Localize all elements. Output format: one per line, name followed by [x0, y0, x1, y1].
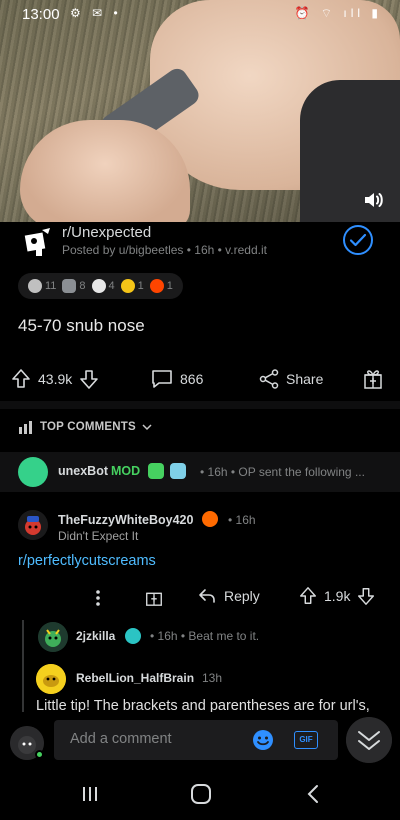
downvote-icon[interactable]	[356, 586, 376, 606]
reply-icon	[199, 589, 215, 603]
sort-label: TOP COMMENTS	[40, 421, 136, 433]
status-system-icons: ⏰ ⌔ ıll ▮	[294, 6, 382, 20]
home-icon[interactable]	[190, 782, 212, 806]
reply-author[interactable]: 2jzkilla	[76, 629, 115, 643]
award-count: 11	[45, 280, 57, 292]
gift-icon[interactable]	[144, 587, 164, 607]
post-meta: Posted by u/bigbeetles • 16h • v.redd.it	[62, 243, 267, 257]
upvote-icon[interactable]	[298, 586, 318, 606]
comment-input[interactable]: Add a comment GIF	[54, 720, 338, 760]
award-icon	[202, 511, 218, 527]
comment-actions: Reply 1.9k	[0, 584, 400, 612]
checkmark-icon[interactable]	[342, 224, 374, 256]
share-label: Share	[286, 371, 324, 387]
subreddit-name[interactable]: r/Unexpected	[62, 224, 151, 241]
status-notification-icons: ⚙ ✉ •	[70, 6, 122, 20]
status-time: 13:00	[22, 6, 60, 23]
bot-comment-row[interactable]: unexBot MOD • 16h • OP sent the followin…	[0, 452, 400, 492]
award-snoo: 1	[149, 279, 173, 293]
share-icon	[259, 369, 279, 389]
avatar[interactable]	[38, 622, 68, 652]
comment-vote-group: 1.9k	[298, 586, 376, 606]
gif-button[interactable]: GIF	[294, 731, 318, 749]
award-silver: 11	[28, 279, 56, 293]
award-count: 4	[108, 280, 115, 292]
comment-score: 1.9k	[324, 588, 351, 604]
comment-count: 866	[180, 371, 204, 387]
back-icon[interactable]	[304, 783, 322, 805]
user-flair: Didn't Expect It	[58, 529, 139, 543]
comment-composer: Add a comment GIF	[0, 712, 400, 770]
online-indicator	[35, 750, 44, 759]
comment-icon	[152, 370, 172, 388]
system-nav-bar	[0, 770, 400, 820]
upvote-count: 43.9k	[38, 371, 73, 387]
comments-button[interactable]: 866	[150, 368, 203, 390]
mod-badge: MOD	[111, 464, 141, 478]
comment-author[interactable]: TheFuzzyWhiteBoy420	[58, 513, 193, 527]
collapse-chevron-button[interactable]	[346, 717, 392, 763]
comment-body-link[interactable]: r/perfectlycutscreams	[18, 553, 156, 569]
reply-label: Reply	[224, 588, 260, 604]
reply-button[interactable]: Reply	[198, 588, 260, 604]
gift-icon[interactable]	[362, 368, 384, 390]
recent-apps-icon[interactable]	[80, 784, 100, 804]
award-count: 1	[137, 280, 144, 292]
award-icon	[125, 628, 141, 644]
post-video[interactable]: 13:00 ⚙ ✉ • ⏰ ⌔ ıll ▮	[0, 0, 400, 222]
vote-group: 43.9k	[10, 368, 100, 390]
mod-shield-icon	[148, 463, 164, 479]
chevron-down-icon	[142, 424, 152, 431]
volume-icon[interactable]	[362, 188, 386, 212]
more-options-icon[interactable]	[94, 588, 102, 608]
laugh-award-icon	[120, 279, 135, 293]
award-wholesome: 4	[91, 279, 115, 293]
award-count: 1	[166, 280, 173, 292]
award-count: 8	[79, 280, 86, 292]
bot-author[interactable]: unexBot	[58, 464, 108, 478]
share-button[interactable]: Share	[258, 368, 323, 390]
avatar[interactable]	[18, 510, 48, 540]
status-bar: 13:00 ⚙ ✉ • ⏰ ⌔ ıll ▮	[0, 0, 400, 28]
comment-placeholder: Add a comment	[70, 731, 172, 747]
comment-time: • 16h	[228, 513, 256, 527]
avatar[interactable]	[36, 664, 66, 694]
rocket-sort-icon	[19, 421, 32, 434]
upvote-icon[interactable]	[10, 368, 32, 390]
wholesome-award-icon	[91, 279, 106, 293]
bot-comment-meta: • 16h • OP sent the following ...	[200, 465, 365, 479]
post-actions: 43.9k 866 Share	[0, 362, 400, 398]
flair-icon	[170, 463, 186, 479]
thread-line[interactable]	[22, 620, 24, 712]
awards-bar[interactable]: 11 8 4 1 1	[18, 273, 183, 299]
comment-sort-button[interactable]: TOP COMMENTS	[18, 420, 152, 434]
award-laugh: 1	[120, 279, 144, 293]
reply-author[interactable]: RebelLion_HalfBrain	[76, 671, 194, 685]
reply-meta: • 16h • Beat me to it.	[150, 629, 260, 643]
video-hand-lower	[20, 120, 190, 222]
helpful-award-icon	[62, 279, 77, 293]
bot-avatar[interactable]	[18, 457, 48, 487]
subreddit-icon[interactable]	[22, 226, 54, 258]
reply-time: 13h	[202, 671, 223, 685]
emoji-icon[interactable]	[252, 729, 274, 751]
award-helpful: 8	[62, 279, 86, 293]
post-title: 45-70 snub nose	[18, 316, 145, 335]
silver-award-icon	[28, 279, 42, 293]
downvote-icon[interactable]	[78, 368, 100, 390]
section-divider	[0, 401, 400, 409]
snoo-award-icon	[149, 279, 164, 293]
